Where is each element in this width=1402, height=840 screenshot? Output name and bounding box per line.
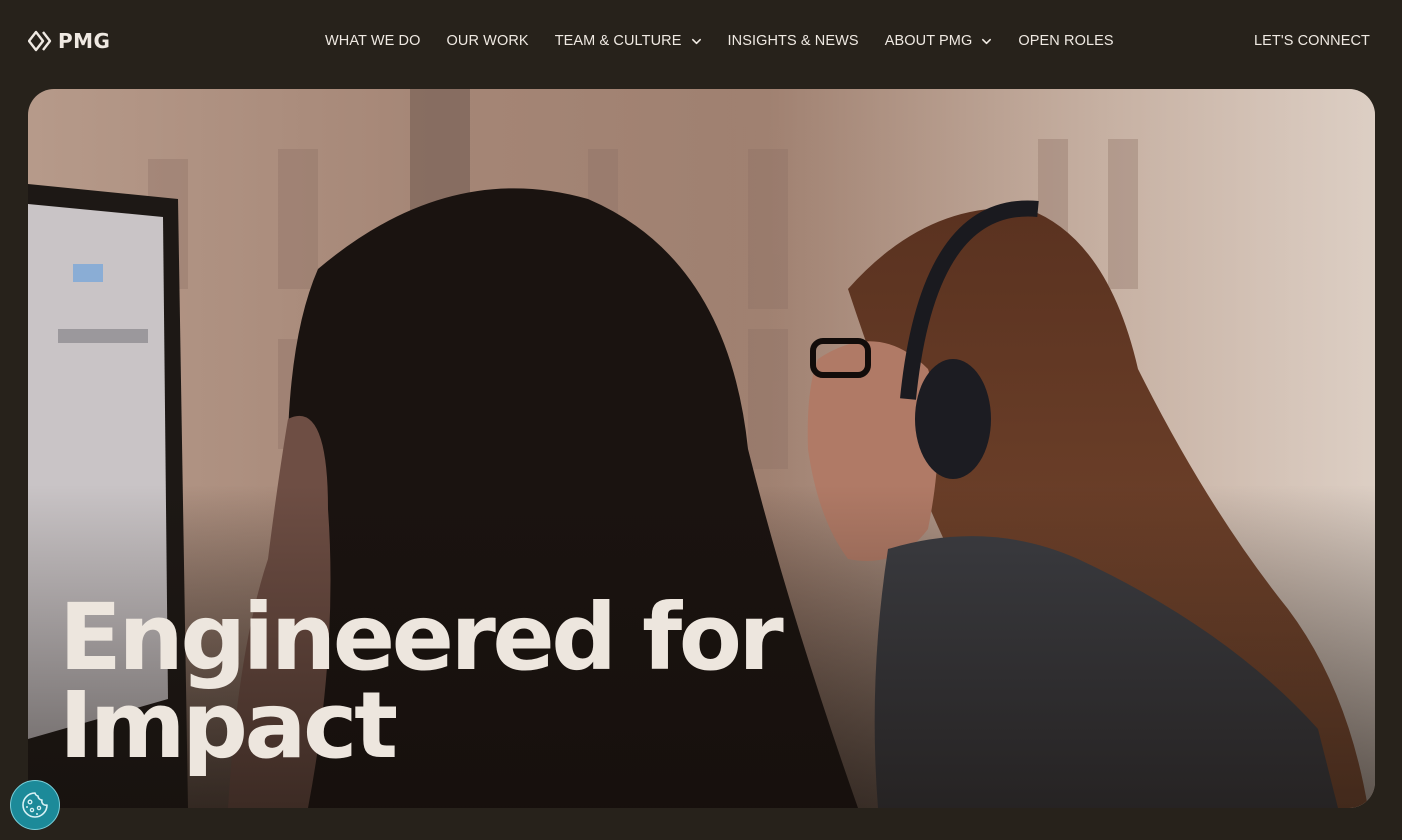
pmg-logo-link[interactable]: PMG <box>28 30 110 52</box>
hero-title-line-1: Engineered for <box>59 584 784 691</box>
nav-item-team-culture[interactable]: TEAM & CULTURE <box>555 31 702 51</box>
nav-item-label: ABOUT PMG <box>884 33 973 49</box>
nav-item-label: TEAM & CULTURE <box>554 33 682 49</box>
lets-connect-link[interactable]: LET'S CONNECT <box>1254 31 1370 51</box>
nav-item-what-we-do[interactable]: WHAT WE DO <box>325 31 421 51</box>
hero-title: Engineered for Impact <box>59 584 859 779</box>
pmg-diamond-logo-icon <box>28 30 52 52</box>
chevron-down-icon <box>982 38 992 44</box>
site-header: PMG WHAT WE DO OUR WORK TEAM & CULTURE I… <box>0 0 1402 82</box>
page: PMG WHAT WE DO OUR WORK TEAM & CULTURE I… <box>0 0 1402 840</box>
nav-item-our-work[interactable]: OUR WORK <box>447 31 529 51</box>
nav-item-label: WHAT WE DO <box>325 33 421 49</box>
nav-item-about-pmg[interactable]: ABOUT PMG <box>885 31 993 51</box>
nav-item-label: OUR WORK <box>446 33 529 49</box>
chevron-down-icon <box>691 38 701 44</box>
hero-banner: Engineered for Impact <box>28 89 1375 808</box>
nav-item-open-roles[interactable]: OPEN ROLES <box>1018 31 1113 51</box>
nav-item-label: OPEN ROLES <box>1018 33 1114 49</box>
main-nav: WHAT WE DO OUR WORK TEAM & CULTURE INSIG… <box>325 31 1114 51</box>
nav-item-label: INSIGHTS & NEWS <box>727 33 859 49</box>
cookie-icon <box>22 792 48 818</box>
nav-item-insights-news[interactable]: INSIGHTS & NEWS <box>728 31 859 51</box>
cookie-settings-button[interactable] <box>10 780 60 830</box>
hero-title-line-2: Impact <box>59 672 398 779</box>
brand-name: PMG <box>58 29 111 53</box>
